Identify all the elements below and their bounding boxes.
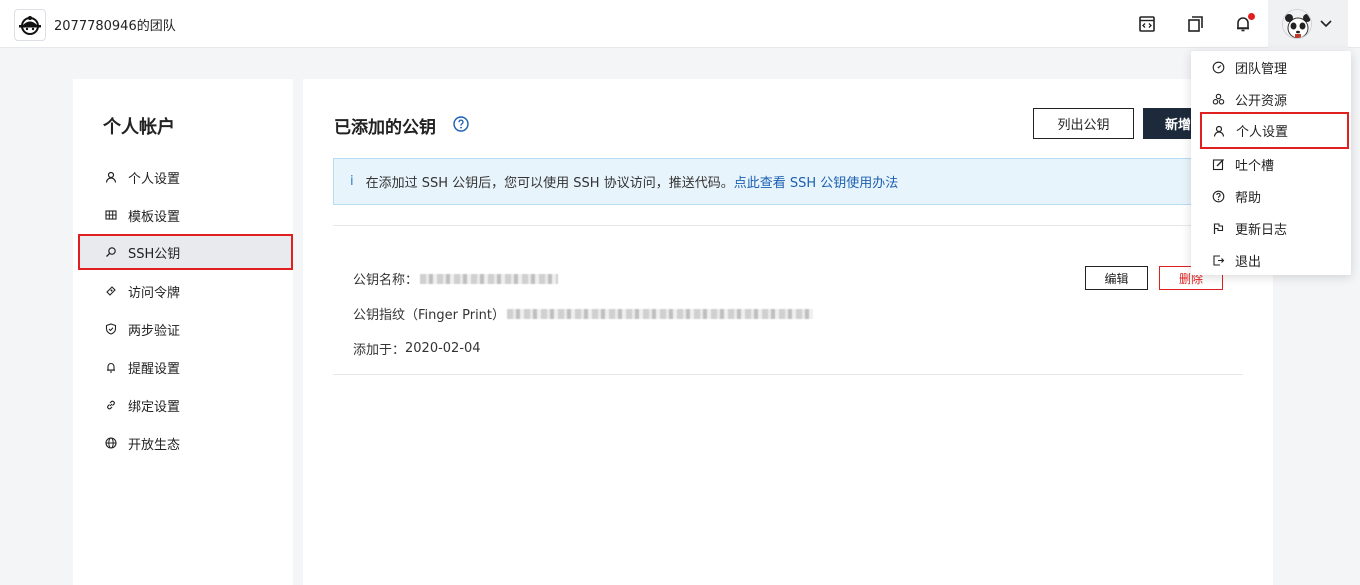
sidebar-item-label: 开放生态 xyxy=(128,437,181,453)
menu-item-label: 帮助 xyxy=(1235,190,1262,206)
menu-item-label: 团队管理 xyxy=(1235,61,1288,77)
sidebar-item-label: 个人设置 xyxy=(128,171,181,187)
bell-icon[interactable] xyxy=(1233,13,1255,34)
sidebar-item-access-tokens[interactable]: 访问令牌 xyxy=(78,273,293,309)
divider xyxy=(333,225,1243,226)
logout-icon xyxy=(1211,253,1225,267)
menu-item-label: 公开资源 xyxy=(1235,93,1288,109)
key-fingerprint-line: 公钥指纹（Finger Print） xyxy=(353,304,814,323)
menu-item-logout[interactable]: 退出 xyxy=(1199,244,1341,276)
menu-item-label: 退出 xyxy=(1235,254,1262,270)
redacted-fingerprint xyxy=(507,308,814,319)
window-icon[interactable] xyxy=(1185,14,1205,34)
menu-item-help[interactable]: 帮助 xyxy=(1199,180,1341,212)
token-icon xyxy=(104,284,118,298)
user-icon xyxy=(104,170,118,184)
main-panel: 已添加的公钥 列出公钥 新增 i 在添加过 SSH 公钥后，您可以使用 SSH … xyxy=(303,79,1273,585)
menu-item-public-resources[interactable]: 公开资源 xyxy=(1199,83,1341,115)
sidebar-item-personal-settings[interactable]: 个人设置 xyxy=(78,159,293,195)
key-added-date: 2020-02-04 xyxy=(405,341,481,356)
team-name[interactable]: 2077780946的团队 xyxy=(54,15,176,34)
sidebar-item-label: 绑定设置 xyxy=(128,399,181,415)
code-icon[interactable] xyxy=(1137,14,1157,34)
link-icon xyxy=(104,398,118,412)
list-keys-button[interactable]: 列出公钥 xyxy=(1033,108,1134,139)
key-name-line: 公钥名称： xyxy=(353,269,559,288)
info-text: 在添加过 SSH 公钥后，您可以使用 SSH 协议访问，推送代码。 xyxy=(365,176,734,191)
sidebar-title: 个人帐户 xyxy=(103,117,175,138)
sidebar-item-label: 访问令牌 xyxy=(128,285,181,301)
top-bar: 2077780946的团队 xyxy=(0,0,1360,48)
key-fingerprint-label: 公钥指纹（Finger Print） xyxy=(353,308,506,323)
chevron-down-icon[interactable] xyxy=(1320,17,1332,32)
grid-icon xyxy=(104,208,118,222)
sidebar-item-label: 两步验证 xyxy=(128,323,181,339)
sidebar-item-two-factor[interactable]: 两步验证 xyxy=(78,311,293,347)
globe-icon xyxy=(104,436,118,450)
avatar[interactable] xyxy=(1282,9,1312,39)
sidebar: 个人帐户 个人设置 模板设置 SSH公钥 访问令牌 两步验证 提醒设置 绑定设置… xyxy=(73,79,293,585)
notification-dot xyxy=(1248,13,1255,20)
key-added-line: 添加于： 2020-02-04 xyxy=(353,339,481,358)
menu-item-label: 个人设置 xyxy=(1236,125,1289,140)
sidebar-item-label: 模板设置 xyxy=(128,209,181,225)
menu-item-changelog[interactable]: 更新日志 xyxy=(1199,212,1341,244)
sidebar-item-label: 提醒设置 xyxy=(128,361,181,377)
menu-item-team-management[interactable]: 团队管理 xyxy=(1199,51,1341,83)
sidebar-item-template-settings[interactable]: 模板设置 xyxy=(78,197,293,233)
menu-item-label: 更新日志 xyxy=(1235,222,1288,238)
key-added-label: 添加于： xyxy=(353,343,406,358)
user-icon xyxy=(1212,124,1226,138)
resources-icon xyxy=(1211,92,1225,106)
shield-icon xyxy=(104,322,118,336)
key-icon xyxy=(104,245,118,259)
info-banner: i 在添加过 SSH 公钥后，您可以使用 SSH 协议访问，推送代码。 点此查看… xyxy=(333,158,1233,205)
user-dropdown-menu: 团队管理 公开资源 个人设置 吐个槽 帮助 更新日志 退出 xyxy=(1191,51,1351,275)
page-title: 已添加的公钥 xyxy=(334,118,436,138)
user-menu-trigger[interactable] xyxy=(1268,0,1348,48)
bell-icon xyxy=(104,360,118,374)
redacted-key-name xyxy=(420,273,559,284)
sidebar-item-notification-settings[interactable]: 提醒设置 xyxy=(78,349,293,385)
menu-item-personal-settings[interactable]: 个人设置 xyxy=(1200,112,1349,149)
feedback-icon xyxy=(1211,157,1225,171)
info-icon: i xyxy=(350,174,354,189)
help-icon[interactable] xyxy=(453,116,469,132)
menu-item-label: 吐个槽 xyxy=(1235,158,1275,174)
flag-icon xyxy=(1211,221,1225,235)
logo-icon[interactable] xyxy=(14,9,46,41)
help-icon xyxy=(1211,189,1225,203)
sidebar-item-binding-settings[interactable]: 绑定设置 xyxy=(78,387,293,423)
sidebar-item-open-ecosystem[interactable]: 开放生态 xyxy=(78,425,293,461)
ssh-key-item: 公钥名称： 公钥指纹（Finger Print） 添加于： 2020-02-04… xyxy=(333,247,1243,375)
ssh-guide-link[interactable]: 点此查看 SSH 公钥使用办法 xyxy=(734,172,899,191)
sidebar-item-ssh-keys[interactable]: SSH公钥 xyxy=(78,234,293,270)
menu-item-feedback[interactable]: 吐个槽 xyxy=(1199,148,1341,180)
edit-key-button[interactable]: 编辑 xyxy=(1085,266,1148,290)
sidebar-item-label: SSH公钥 xyxy=(128,246,181,262)
key-name-label: 公钥名称： xyxy=(353,273,419,288)
dashboard-icon xyxy=(1211,60,1225,74)
